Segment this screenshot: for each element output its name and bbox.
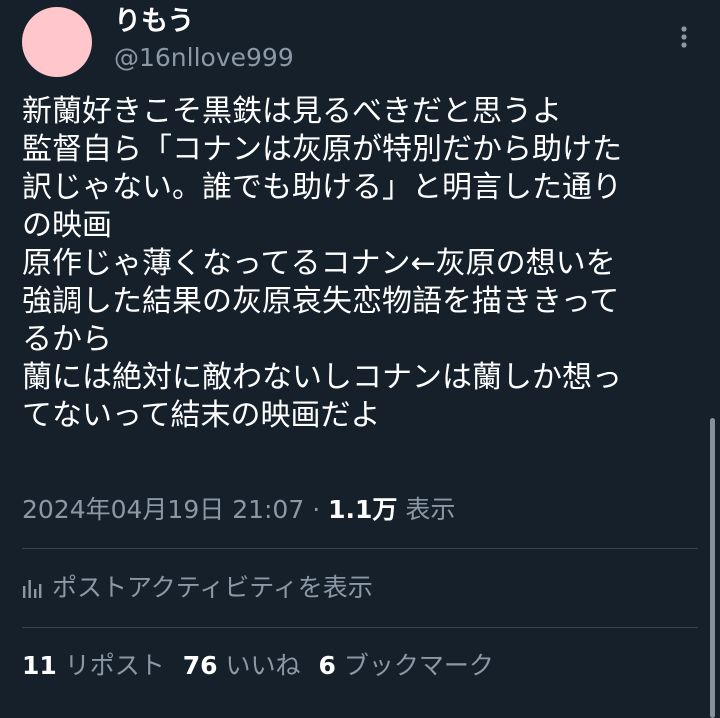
bookmarks-count: 6	[318, 651, 336, 680]
tweet-line: 蘭には絶対に敵わないしコナンは蘭しか想っ	[22, 360, 622, 395]
tweet-detail: りもう @16nllove999 新蘭好きこそ黒鉄は見るべきだと思うよ 監督自ら「…	[0, 0, 720, 718]
tweet-line: 新蘭好きこそ黒鉄は見るべきだと思うよ	[22, 94, 562, 129]
tweet-line: 訳じゃない。誰でも助ける」と明言した通り	[22, 170, 622, 205]
views-label: 表示	[397, 495, 456, 524]
reposts-count: 11	[22, 651, 57, 680]
timestamp[interactable]: 2024年04月19日 21:07	[22, 495, 304, 524]
avatar[interactable]	[22, 7, 92, 77]
tweet-text: 新蘭好きこそ黒鉄は見るべきだと思うよ 監督自ら「コナンは灰原が特別だから助けた 訳じ…	[22, 93, 712, 435]
user-handle[interactable]: @16nllove999	[114, 40, 294, 76]
tweet-meta: 2024年04月19日 21:07 · 1.1万 表示	[22, 491, 455, 529]
divider	[22, 548, 698, 549]
analytics-bars-icon	[23, 580, 42, 598]
tweet-line: 監督自ら「コナンは灰原が特別だから助けた	[22, 132, 622, 167]
likes-label: いいね	[225, 651, 301, 680]
tweet-line: 原作じゃ薄くなってるコナン←灰原の想いを	[22, 246, 616, 281]
likes-count: 76	[182, 651, 218, 680]
likes-stat[interactable]: 76 いいね	[183, 651, 301, 680]
tweet-line: の映画	[22, 208, 112, 243]
divider	[22, 627, 698, 628]
reposts-stat[interactable]: 11 リポスト	[22, 651, 165, 680]
tweet-line: 強調した結果の灰原哀失恋物語を描ききって	[22, 284, 620, 319]
meta-separator: ·	[304, 495, 329, 524]
bookmarks-label: ブックマーク	[343, 651, 494, 680]
activity-label: ポストアクティビティを表示	[52, 573, 373, 602]
engagement-stats: 11 リポスト 76 いいね 6 ブックマーク	[22, 646, 512, 686]
more-vertical-icon	[681, 26, 687, 48]
bookmarks-stat[interactable]: 6 ブックマーク	[319, 651, 494, 680]
reposts-label: リポスト	[64, 651, 165, 680]
more-options-button[interactable]	[668, 20, 700, 54]
display-name[interactable]: りもう	[114, 2, 194, 42]
tweet-line: るから	[22, 322, 112, 357]
views-count: 1.1万	[328, 495, 398, 524]
view-post-activity-button[interactable]: ポストアクティビティを表示	[22, 568, 373, 608]
tweet-line: てないって結末の映画だよ	[22, 398, 381, 433]
scrollbar[interactable]	[710, 418, 715, 718]
